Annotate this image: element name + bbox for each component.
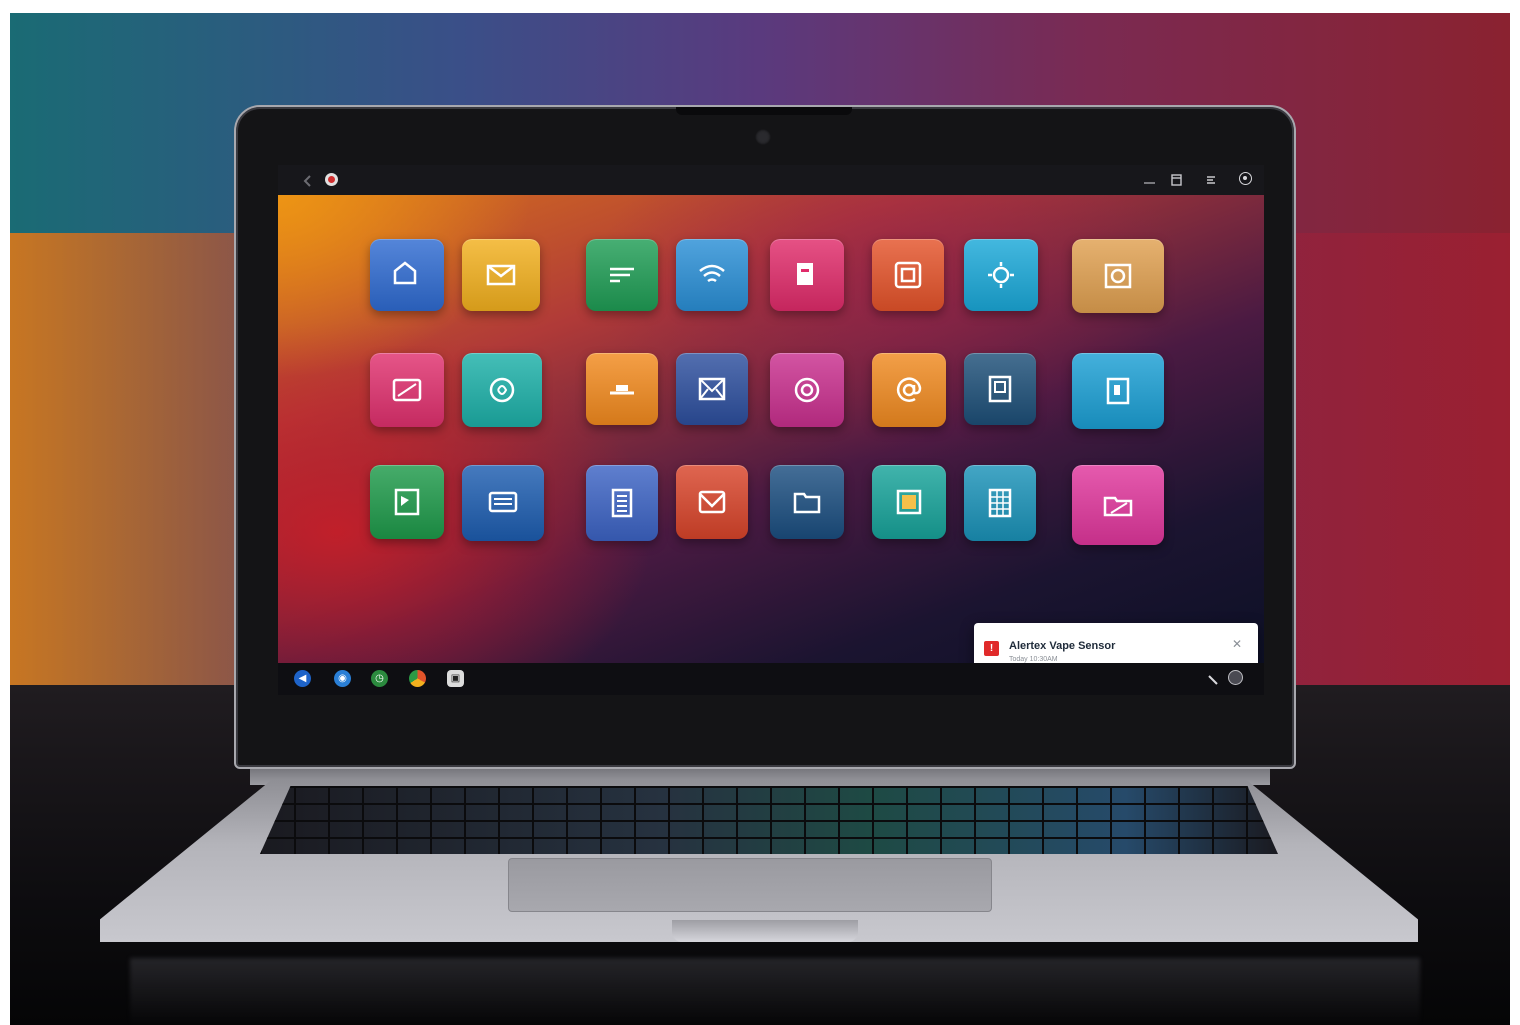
taskbar: ◀ ◉ ◷ ▣ xyxy=(278,663,1264,695)
mail-icon xyxy=(485,259,517,291)
settings-icon xyxy=(985,259,1017,291)
app-tile[interactable] xyxy=(448,465,558,548)
wifi-tray-icon[interactable] xyxy=(1207,672,1219,685)
messages-icon xyxy=(486,374,518,406)
account-icon[interactable] xyxy=(1228,670,1243,685)
folder-icon xyxy=(791,486,823,518)
camera-app-icon[interactable]: ▣ xyxy=(447,670,464,687)
folder-open-icon xyxy=(1102,489,1134,521)
app-icon-tile[interactable] xyxy=(964,353,1036,425)
notification-title: Alertex Vape Sensor xyxy=(1009,640,1116,652)
tablet-icon xyxy=(391,374,423,406)
file-icon xyxy=(791,259,823,291)
book-icon xyxy=(1102,375,1134,407)
app-icon-tile[interactable] xyxy=(1072,465,1164,545)
at-sign-icon xyxy=(893,374,925,406)
app-icon-tile[interactable] xyxy=(586,465,658,541)
app-icon-tile[interactable] xyxy=(1072,353,1164,429)
inbox-icon xyxy=(696,373,728,405)
photo-icon xyxy=(1102,260,1134,292)
laptop-trackpad[interactable] xyxy=(508,858,992,912)
app-icon-tile[interactable] xyxy=(370,239,444,311)
app-icon-tile[interactable] xyxy=(370,465,444,539)
app-icon-tile[interactable] xyxy=(872,465,946,539)
start-icon[interactable]: ◀ xyxy=(294,670,311,687)
app-tile[interactable] xyxy=(446,239,556,318)
app-icon-tile[interactable] xyxy=(872,353,946,427)
close-icon[interactable]: ✕ xyxy=(1232,637,1242,651)
calculator-icon xyxy=(984,373,1016,405)
envelope-icon xyxy=(696,486,728,518)
app-tile[interactable] xyxy=(1063,465,1173,552)
app-icon-tile[interactable] xyxy=(462,239,540,311)
app-tile[interactable] xyxy=(752,239,862,318)
document-icon xyxy=(606,259,638,291)
laptop-lid: ! Alertex Vape Sensor Today 10:30AM ✕ ◀ … xyxy=(234,105,1296,769)
image-icon xyxy=(391,486,423,518)
camera-notch xyxy=(676,107,852,115)
app-tile[interactable] xyxy=(352,465,462,546)
app-icon-tile[interactable] xyxy=(586,239,658,311)
frame-icon xyxy=(893,486,925,518)
cast-icon[interactable] xyxy=(1205,173,1217,185)
record-icon[interactable] xyxy=(325,173,338,186)
settings-icon[interactable] xyxy=(1239,172,1252,185)
laptop-reflection xyxy=(130,958,1420,1025)
laptop-screen: ! Alertex Vape Sensor Today 10:30AM ✕ ◀ … xyxy=(278,165,1264,695)
back-icon[interactable] xyxy=(302,174,314,187)
camera-round-icon xyxy=(791,374,823,406)
chrome-icon[interactable] xyxy=(409,670,426,687)
app-tile[interactable] xyxy=(1063,239,1173,320)
spreadsheet-icon xyxy=(984,487,1016,519)
laptop-front-notch xyxy=(672,920,858,942)
monitor-icon xyxy=(487,487,519,519)
app-tile[interactable] xyxy=(657,353,767,432)
app-tile[interactable] xyxy=(946,239,1056,318)
app-icon-tile[interactable] xyxy=(676,239,748,311)
app-tile[interactable] xyxy=(752,465,862,546)
app-icon-tile[interactable] xyxy=(964,465,1036,541)
app-icon-tile[interactable] xyxy=(676,353,748,425)
app-icon-tile[interactable] xyxy=(676,465,748,539)
app-icon-tile[interactable] xyxy=(1072,239,1164,313)
app-icon-tile[interactable] xyxy=(770,465,844,539)
app-tile[interactable] xyxy=(945,353,1055,432)
app-tile[interactable] xyxy=(1063,353,1173,436)
alert-icon: ! xyxy=(984,641,999,656)
home-icon xyxy=(391,259,423,291)
tabs-icon[interactable] xyxy=(1171,173,1182,186)
app-tile[interactable] xyxy=(752,353,862,434)
webcam xyxy=(755,129,771,145)
window-icon[interactable] xyxy=(1144,174,1155,185)
app-icon-tile[interactable] xyxy=(964,239,1038,311)
laptop-keyboard xyxy=(260,786,1278,854)
app-icon-tile[interactable] xyxy=(770,239,844,311)
app-icon-tile[interactable] xyxy=(370,353,444,427)
app-tile[interactable] xyxy=(352,353,462,434)
desktop-wallpaper: ! Alertex Vape Sensor Today 10:30AM ✕ xyxy=(278,195,1264,683)
app-icon-tile[interactable] xyxy=(872,239,944,311)
app-tile[interactable] xyxy=(945,465,1055,548)
top-bar xyxy=(278,165,1264,195)
app-icon-tile[interactable] xyxy=(462,353,542,427)
wifi-icon xyxy=(696,259,728,291)
list-icon xyxy=(606,487,638,519)
clock-icon[interactable]: ◷ xyxy=(371,670,388,687)
app-tile[interactable] xyxy=(657,239,767,318)
app-icon-tile[interactable] xyxy=(586,353,658,425)
notification-time: Today 10:30AM xyxy=(1009,656,1058,663)
browser-icon[interactable]: ◉ xyxy=(334,670,351,687)
app-icon-tile[interactable] xyxy=(770,353,844,427)
app-tile[interactable] xyxy=(447,353,557,434)
app-tile[interactable] xyxy=(657,465,767,546)
app-icon-tile[interactable] xyxy=(462,465,544,541)
store-icon xyxy=(606,373,638,405)
camera-icon xyxy=(892,259,924,291)
